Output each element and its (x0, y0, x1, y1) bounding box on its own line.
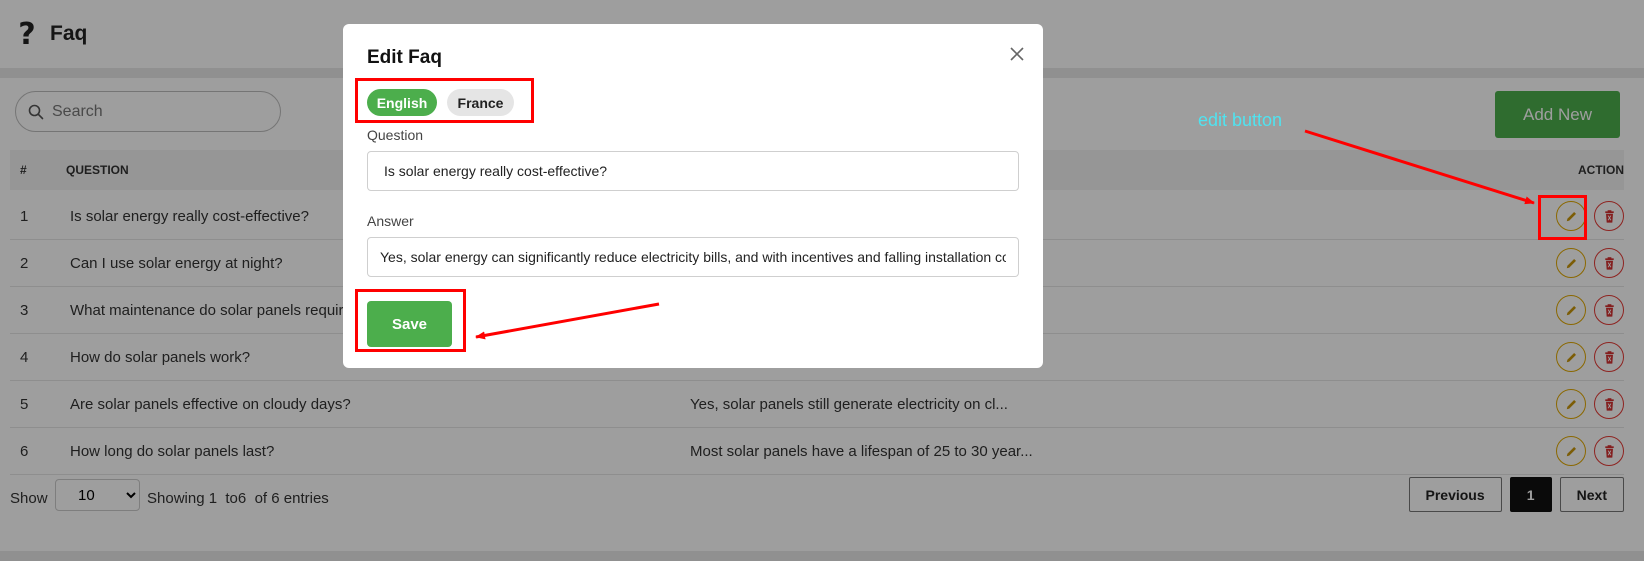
close-icon[interactable] (1005, 42, 1029, 66)
save-button[interactable]: Save (367, 301, 452, 347)
modal-title: Edit Faq (367, 47, 442, 68)
question-field[interactable] (367, 151, 1019, 191)
edit-button-highlight (1538, 195, 1587, 240)
answer-label: Answer (367, 213, 414, 229)
tab-english[interactable]: English (367, 89, 437, 116)
question-label: Question (367, 127, 424, 143)
edit-button-annotation: edit button (1198, 110, 1283, 130)
answer-field[interactable] (367, 237, 1019, 277)
tab-france[interactable]: France (447, 89, 514, 116)
edit-faq-modal: Edit Faq English France Question Answer … (343, 24, 1043, 368)
